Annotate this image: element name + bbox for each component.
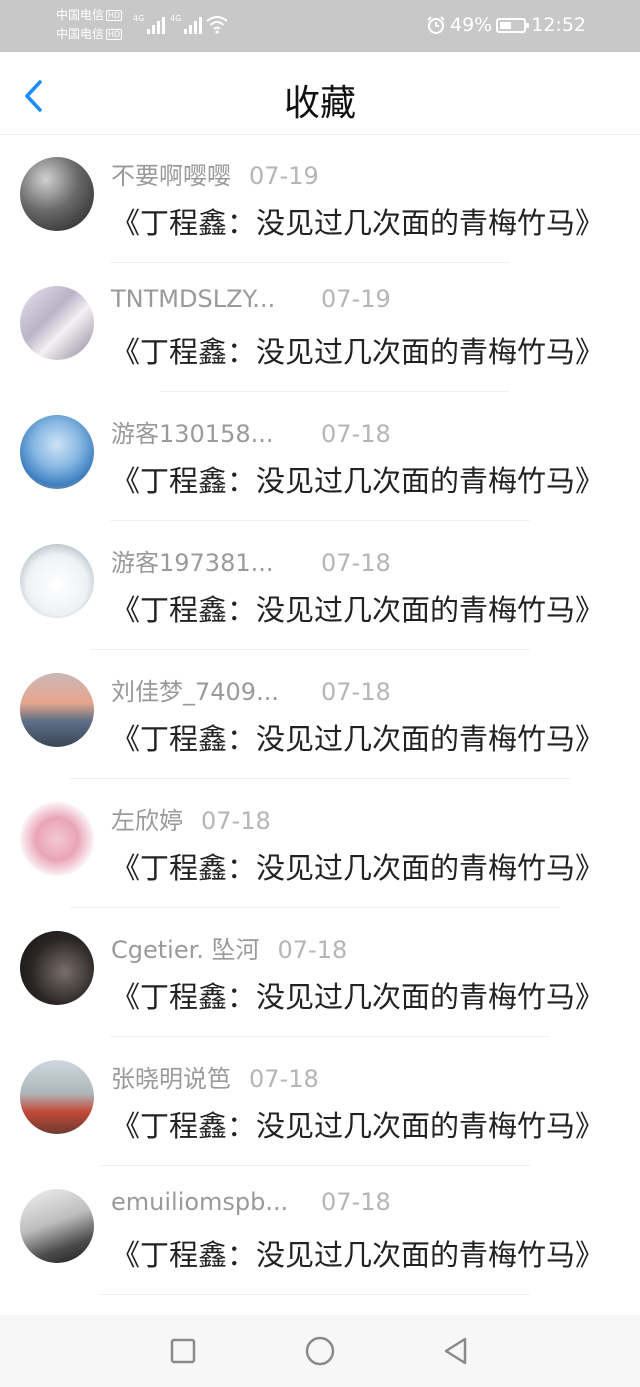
recent-apps-icon bbox=[170, 1338, 196, 1364]
carrier-1: 中国电信 HD bbox=[56, 8, 123, 22]
message-text[interactable]: 《丁程鑫：没见过几次面的青梅竹马》 bbox=[111, 200, 616, 242]
list-item[interactable]: 张晓明说笆 07-18 《丁程鑫：没见过几次面的青梅竹马》 bbox=[0, 1037, 640, 1166]
message-text[interactable]: 《丁程鑫：没见过几次面的青梅竹马》 bbox=[111, 329, 616, 371]
list-item[interactable]: 刘佳梦_7409... 07-18 《丁程鑫：没见过几次面的青梅竹马》 bbox=[0, 650, 640, 779]
avatar[interactable] bbox=[20, 1189, 94, 1263]
alarm-icon bbox=[427, 16, 445, 34]
network-type: 4G bbox=[170, 14, 182, 23]
message-text[interactable]: 《丁程鑫：没见过几次面的青梅竹马》 bbox=[111, 1103, 616, 1145]
battery-icon bbox=[496, 17, 530, 33]
recent-apps-button[interactable] bbox=[167, 1335, 199, 1367]
battery-percent: 49% bbox=[450, 14, 493, 36]
avatar[interactable] bbox=[20, 673, 94, 747]
message-text[interactable]: 《丁程鑫：没见过几次面的青梅竹马》 bbox=[111, 458, 616, 500]
date-label: 07-18 bbox=[277, 936, 348, 964]
message-text[interactable]: 《丁程鑫：没见过几次面的青梅竹马》 bbox=[111, 716, 616, 758]
user-name[interactable]: emuiliomspb... bbox=[111, 1188, 303, 1216]
avatar[interactable] bbox=[20, 415, 94, 489]
avatar[interactable] bbox=[20, 802, 94, 876]
back-nav-button[interactable] bbox=[440, 1335, 472, 1367]
status-bar: 中国电信 HD 中国电信 HD 4G 4G 49% 12:52 bbox=[0, 0, 640, 52]
page-title: 收藏 bbox=[283, 83, 356, 124]
carrier-2: 中国电信 HD bbox=[56, 27, 123, 41]
avatar[interactable] bbox=[20, 931, 94, 1005]
avatar[interactable] bbox=[20, 157, 94, 231]
list-item[interactable]: 不要啊嘤嘤 07-19 《丁程鑫：没见过几次面的青梅竹马》 bbox=[0, 134, 640, 263]
signal-icon: 4G bbox=[170, 14, 203, 34]
list-item[interactable]: 游客197381... 07-18 《丁程鑫：没见过几次面的青梅竹马》 bbox=[0, 521, 640, 650]
user-name[interactable]: 游客197381... bbox=[111, 543, 303, 578]
carrier-1-label: 中国电信 bbox=[56, 8, 105, 22]
list-item[interactable]: 游客130158... 07-18 《丁程鑫：没见过几次面的青梅竹马》 bbox=[0, 392, 640, 521]
date-label: 07-18 bbox=[321, 678, 391, 706]
avatar[interactable] bbox=[20, 544, 94, 618]
signal-icon: 4G bbox=[133, 14, 166, 34]
message-text[interactable]: 《丁程鑫：没见过几次面的青梅竹马》 bbox=[111, 1232, 616, 1274]
user-name[interactable]: 左欣婷 bbox=[111, 801, 183, 836]
system-nav-bar bbox=[0, 1315, 640, 1387]
message-text[interactable]: 《丁程鑫：没见过几次面的青梅竹马》 bbox=[111, 974, 616, 1016]
user-name[interactable]: 不要啊嘤嘤 bbox=[111, 156, 231, 191]
favorites-list: 不要啊嘤嘤 07-19 《丁程鑫：没见过几次面的青梅竹马》 TNTMDSLZY..… bbox=[0, 134, 640, 1295]
back-triangle-icon bbox=[444, 1337, 467, 1365]
list-item[interactable]: 左欣婷 07-18 《丁程鑫：没见过几次面的青梅竹马》 bbox=[0, 779, 640, 908]
date-label: 07-18 bbox=[249, 1065, 319, 1093]
message-text[interactable]: 《丁程鑫：没见过几次面的青梅竹马》 bbox=[111, 845, 616, 887]
message-text[interactable]: 《丁程鑫：没见过几次面的青梅竹马》 bbox=[111, 587, 616, 629]
date-label: 07-19 bbox=[321, 285, 391, 313]
user-name[interactable]: Cgetier. 坠河 bbox=[111, 930, 260, 965]
home-button[interactable] bbox=[304, 1335, 336, 1367]
user-name[interactable]: 游客130158... bbox=[111, 414, 303, 449]
list-item[interactable]: emuiliomspb... 07-18 《丁程鑫：没见过几次面的青梅竹马》 bbox=[0, 1166, 640, 1295]
user-name[interactable]: TNTMDSLZY... bbox=[111, 285, 303, 313]
date-label: 07-18 bbox=[321, 420, 391, 448]
divider bbox=[100, 1294, 530, 1295]
avatar[interactable] bbox=[20, 1060, 94, 1134]
date-label: 07-18 bbox=[201, 807, 271, 835]
user-name[interactable]: 张晓明说笆 bbox=[111, 1059, 231, 1094]
clock: 12:52 bbox=[531, 14, 586, 36]
hd-badge: HD bbox=[106, 10, 123, 21]
list-item[interactable]: Cgetier. 坠河 07-18 《丁程鑫：没见过几次面的青梅竹马》 bbox=[0, 908, 640, 1037]
avatar[interactable] bbox=[20, 286, 94, 360]
user-name[interactable]: 刘佳梦_7409... bbox=[111, 672, 303, 707]
date-label: 07-18 bbox=[321, 549, 391, 577]
date-label: 07-18 bbox=[321, 1188, 391, 1216]
home-icon bbox=[305, 1336, 335, 1366]
header: 收藏 bbox=[0, 52, 640, 135]
wifi-icon bbox=[206, 16, 228, 34]
list-item[interactable]: TNTMDSLZY... 07-19 《丁程鑫：没见过几次面的青梅竹马》 bbox=[0, 263, 640, 392]
date-label: 07-19 bbox=[249, 162, 319, 190]
hd-badge: HD bbox=[106, 29, 123, 40]
carrier-2-label: 中国电信 bbox=[56, 27, 105, 41]
